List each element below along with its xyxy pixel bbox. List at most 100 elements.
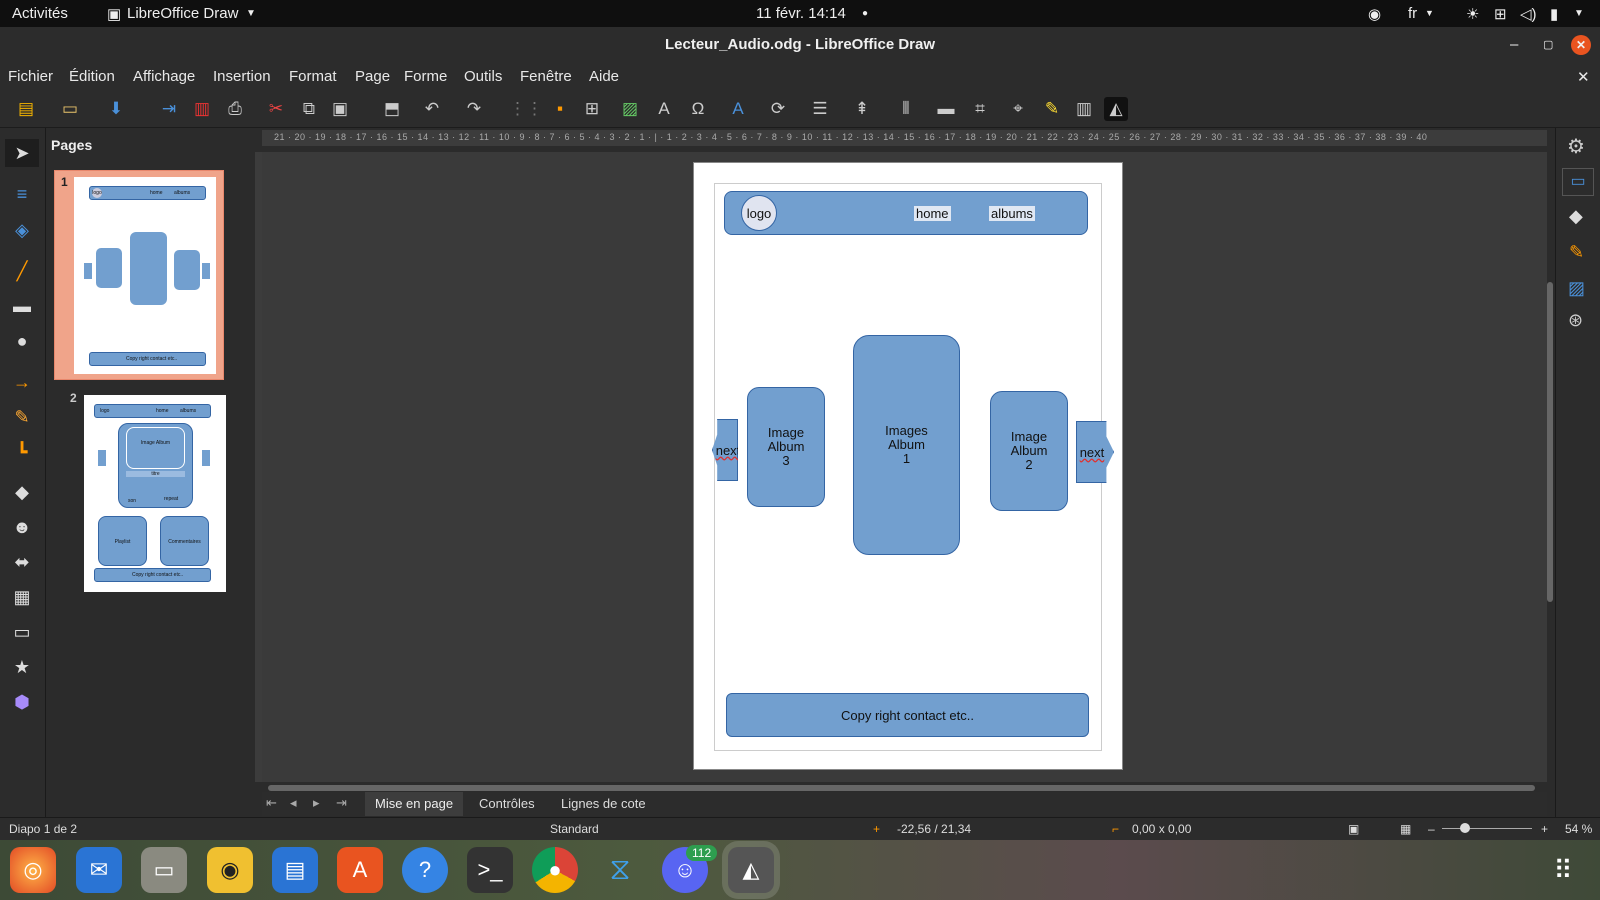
text-box-icon[interactable]: A <box>652 97 676 121</box>
last-page-icon[interactable]: ⇥ <box>336 795 347 811</box>
basic-shapes-icon[interactable]: ◆ <box>5 478 39 506</box>
symbol-shapes-icon[interactable]: ☻ <box>5 513 39 541</box>
clock[interactable]: 11 févr. 14:14 <box>756 5 846 22</box>
tab-lignes-de-cote[interactable]: Lignes de cote <box>561 796 646 811</box>
files-icon[interactable]: ▭ <box>141 847 187 893</box>
fill-color-icon[interactable]: ◈ <box>5 216 39 244</box>
styles-icon[interactable]: ✎ <box>1569 242 1584 263</box>
copy-icon[interactable]: ⧉ <box>297 97 321 121</box>
save-icon[interactable]: ⬇ <box>104 97 128 121</box>
connector-tool-icon[interactable]: ┗ <box>5 438 39 466</box>
chrome-icon[interactable]: ● <box>532 847 578 893</box>
align-icon[interactable]: ☰ <box>808 97 832 121</box>
clone-formatting-icon[interactable]: ⬒ <box>380 97 404 121</box>
crop-icon[interactable]: ⌗ <box>968 97 992 121</box>
helplines-icon[interactable]: ▪ <box>548 97 572 121</box>
menu-aide[interactable]: Aide <box>589 68 619 85</box>
arrange-icon[interactable]: ⇞ <box>850 97 874 121</box>
page[interactable]: logo home albums next Image Album 3 Imag… <box>693 162 1123 770</box>
master-page-name[interactable]: Standard <box>550 822 599 836</box>
system-menu-chevron-icon[interactable]: ▼ <box>1574 8 1584 19</box>
navigator-icon[interactable]: ⊛ <box>1568 310 1583 331</box>
print-icon[interactable]: ⎙ <box>223 97 247 121</box>
language-indicator[interactable]: fr <box>1408 5 1417 22</box>
sidebar-settings-icon[interactable]: ⚙ <box>1567 134 1585 159</box>
rhythmbox-icon[interactable]: ◉ <box>207 847 253 893</box>
cut-icon[interactable]: ✂ <box>264 97 288 121</box>
arrow-line-tool-icon[interactable]: → <box>5 368 39 396</box>
page-thumbnail-2[interactable]: logo home albums Image Album titre son r… <box>84 395 226 592</box>
shapes-icon[interactable]: ◆ <box>1569 206 1583 227</box>
zoom-level[interactable]: 54 % <box>1565 822 1592 836</box>
horizontal-ruler[interactable]: 21 · 20 · 19 · 18 · 17 · 16 · 15 · 14 · … <box>262 130 1547 146</box>
show-draw-functions-icon[interactable]: ◭ <box>1104 97 1128 121</box>
grid-icon[interactable]: ⋮⋮ <box>509 97 543 121</box>
battery-icon[interactable]: ▮ <box>1550 5 1558 23</box>
menu-affichage[interactable]: Affichage <box>133 68 195 85</box>
special-character-icon[interactable]: Ω <box>686 97 710 121</box>
stars-icon[interactable]: ★ <box>5 653 39 681</box>
export-icon[interactable]: ⇥ <box>157 97 181 121</box>
3d-objects-icon[interactable]: ⬢ <box>5 688 39 716</box>
menu-forme[interactable]: Forme <box>404 68 447 85</box>
glue-icon[interactable]: ✎ <box>1040 97 1064 121</box>
volume-icon[interactable]: ◁) <box>1520 5 1537 23</box>
menu-fenetre[interactable]: Fenêtre <box>520 68 572 85</box>
software-center-icon[interactable]: A <box>337 847 383 893</box>
close-document-button[interactable]: ✕ <box>1577 68 1590 86</box>
horizontal-scrollbar[interactable] <box>268 785 1535 791</box>
firefox-icon[interactable]: ◎ <box>10 847 56 893</box>
album-2-shape[interactable]: Image Album 2 <box>990 391 1068 511</box>
zoom-out-button[interactable]: – <box>1428 822 1435 836</box>
redo-icon[interactable]: ↷ <box>462 97 486 121</box>
vertical-scrollbar[interactable] <box>1547 282 1553 602</box>
page-thumbnail-1[interactable]: 1 logo home albums Copy right contact et… <box>54 170 224 380</box>
next-page-icon[interactable]: ▸ <box>313 795 320 811</box>
minimize-button[interactable]: – <box>1510 27 1518 63</box>
export-pdf-icon[interactable]: ▥ <box>190 97 214 121</box>
activities-button[interactable]: Activités <box>12 5 68 22</box>
new-icon[interactable]: ▤ <box>14 97 38 121</box>
album-1-shape[interactable]: Images Album 1 <box>853 335 960 555</box>
drawing-canvas[interactable]: logo home albums next Image Album 3 Imag… <box>262 152 1553 782</box>
menu-fichier[interactable]: Fichier <box>8 68 53 85</box>
menu-edition[interactable]: Édition <box>69 68 115 85</box>
fontwork-icon[interactable]: A <box>726 97 750 121</box>
menu-outils[interactable]: Outils <box>464 68 502 85</box>
line-color-icon[interactable]: ≡ <box>5 180 39 208</box>
document-modified-icon[interactable]: ▣ <box>1348 822 1359 836</box>
network-icon[interactable]: ⊞ <box>1494 5 1507 23</box>
draw-icon[interactable]: ◭ <box>728 847 774 893</box>
points-icon[interactable]: ⌖ <box>1006 97 1030 121</box>
open-icon[interactable]: ▭ <box>58 97 82 121</box>
ellipse-tool-icon[interactable]: ● <box>5 327 39 355</box>
tab-mise-en-page[interactable]: Mise en page <box>365 792 464 816</box>
show-applications-icon[interactable]: ⠿ <box>1540 847 1586 893</box>
select-tool-icon[interactable]: ➤ <box>5 139 39 167</box>
callouts-icon[interactable]: ▭ <box>5 618 39 646</box>
insert-image-icon[interactable]: ▨ <box>618 97 642 121</box>
curve-tool-icon[interactable]: ✎ <box>5 403 39 431</box>
rectangle-tool-icon[interactable]: ▬ <box>5 292 39 320</box>
album-3-shape[interactable]: Image Album 3 <box>747 387 825 507</box>
logo-shape[interactable]: logo <box>741 195 777 231</box>
discord-tray-icon[interactable]: ◉ <box>1368 5 1381 23</box>
brightness-icon[interactable]: ☀ <box>1466 5 1479 23</box>
first-page-icon[interactable]: ⇤ <box>266 795 277 811</box>
fit-page-icon[interactable]: ▦ <box>1400 822 1411 836</box>
maximize-button[interactable]: ▢ <box>1543 27 1553 63</box>
line-tool-icon[interactable]: ╱ <box>5 257 39 285</box>
zoom-slider[interactable] <box>1442 828 1532 829</box>
zoom-pan-icon[interactable]: ⊞ <box>580 97 604 121</box>
close-button[interactable]: ✕ <box>1571 35 1591 55</box>
terminal-icon[interactable]: >_ <box>467 847 513 893</box>
flowchart-icon[interactable]: ▦ <box>5 583 39 611</box>
paste-icon[interactable]: ▣ <box>328 97 352 121</box>
zoom-in-button[interactable]: + <box>1541 822 1548 836</box>
rotate-icon[interactable]: ⟳ <box>766 97 790 121</box>
help-icon[interactable]: ? <box>402 847 448 893</box>
block-arrows-icon[interactable]: ⬌ <box>5 548 39 576</box>
vscode-icon[interactable]: ⧖ <box>597 847 643 893</box>
home-link-shape[interactable]: home <box>914 206 951 221</box>
writer-icon[interactable]: ▤ <box>272 847 318 893</box>
